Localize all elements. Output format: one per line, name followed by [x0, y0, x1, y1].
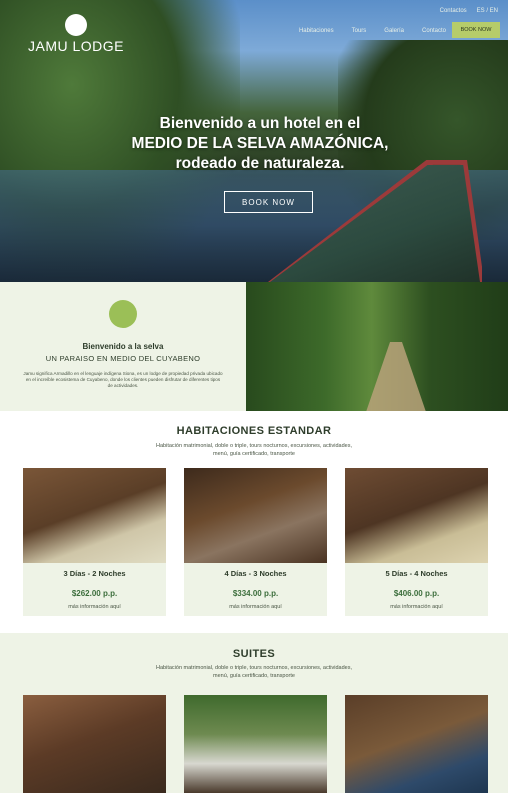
- card-title: 3 Días - 2 Noches: [63, 569, 126, 578]
- logo-text: JAMU LODGE: [28, 38, 125, 54]
- top-bar: Contactos ES / EN: [440, 8, 498, 14]
- standard-rooms-title: HABITACIONES ESTANDAR: [176, 425, 332, 437]
- room-photo: [345, 468, 488, 563]
- welcome-body: Jamu significa Armadillo en el lenguaje …: [23, 371, 223, 388]
- armadillo-logo-icon: [65, 14, 87, 36]
- main-nav: Habitaciones Tours Galería Contacto: [299, 28, 446, 34]
- nav-item-gallery[interactable]: Galería: [384, 28, 404, 34]
- armadillo-icon: [109, 300, 137, 328]
- suite-photo-bathtub[interactable]: [184, 695, 327, 793]
- card-title: 4 Días - 3 Noches: [224, 569, 287, 578]
- suite-photo-bedroom[interactable]: [345, 695, 488, 793]
- room-card-4d3n[interactable]: 4 Días - 3 Noches $334.00 p.p. más infor…: [184, 468, 327, 616]
- jungle-path-photo: [246, 282, 508, 411]
- hero-title-line3: rodeado de naturaleza.: [175, 155, 345, 172]
- suite-photo-loft[interactable]: [23, 695, 166, 793]
- hero-banner: JAMU LODGE Contactos ES / EN Habitacione…: [0, 0, 508, 282]
- nav-item-contact[interactable]: Contacto: [422, 28, 446, 34]
- standard-rooms-description: Habitación matrimonial, doble o triple, …: [156, 443, 352, 457]
- card-price: $334.00 p.p.: [232, 589, 279, 598]
- book-now-button-header[interactable]: BOOK NOW: [452, 22, 500, 38]
- room-photo: [184, 468, 327, 563]
- more-info-link[interactable]: más información aquí: [23, 604, 166, 610]
- suites-title: SUITES: [232, 648, 276, 660]
- hero-title: Bienvenido a un hotel en el MEDIO DE LA …: [100, 114, 420, 174]
- topbar-contacts-link[interactable]: Contactos: [440, 8, 467, 14]
- room-photo: [23, 468, 166, 563]
- trail-path: [366, 342, 426, 411]
- card-price: $406.00 p.p.: [393, 589, 440, 598]
- welcome-title: Bienvenido a la selva: [82, 342, 164, 351]
- welcome-section: Bienvenido a la selva UN PARAISO EN MEDI…: [0, 282, 246, 411]
- room-card-5d4n[interactable]: 5 Días - 4 Noches $406.00 p.p. más infor…: [345, 468, 488, 616]
- nav-item-rooms[interactable]: Habitaciones: [299, 28, 334, 34]
- card-price: $262.00 p.p.: [71, 589, 118, 598]
- card-title: 5 Días - 4 Noches: [385, 569, 448, 578]
- welcome-subtitle: UN PARAISO EN MEDIO DEL CUYABENO: [45, 354, 201, 363]
- suites-description: Habitación matrimonial, doble o triple, …: [156, 665, 352, 679]
- language-switcher[interactable]: ES / EN: [477, 8, 498, 14]
- book-now-button-hero[interactable]: BOOK NOW: [224, 191, 313, 213]
- more-info-link[interactable]: más información aquí: [345, 604, 488, 610]
- room-card-3d2n[interactable]: 3 Días - 2 Noches $262.00 p.p. más infor…: [23, 468, 166, 616]
- logo[interactable]: JAMU LODGE: [28, 14, 124, 54]
- more-info-link[interactable]: más información aquí: [184, 604, 327, 610]
- nav-item-tours[interactable]: Tours: [352, 28, 367, 34]
- hero-title-line1: Bienvenido a un hotel en el: [159, 115, 361, 132]
- hero-title-line2: MEDIO DE LA SELVA AMAZÓNICA,: [131, 135, 389, 152]
